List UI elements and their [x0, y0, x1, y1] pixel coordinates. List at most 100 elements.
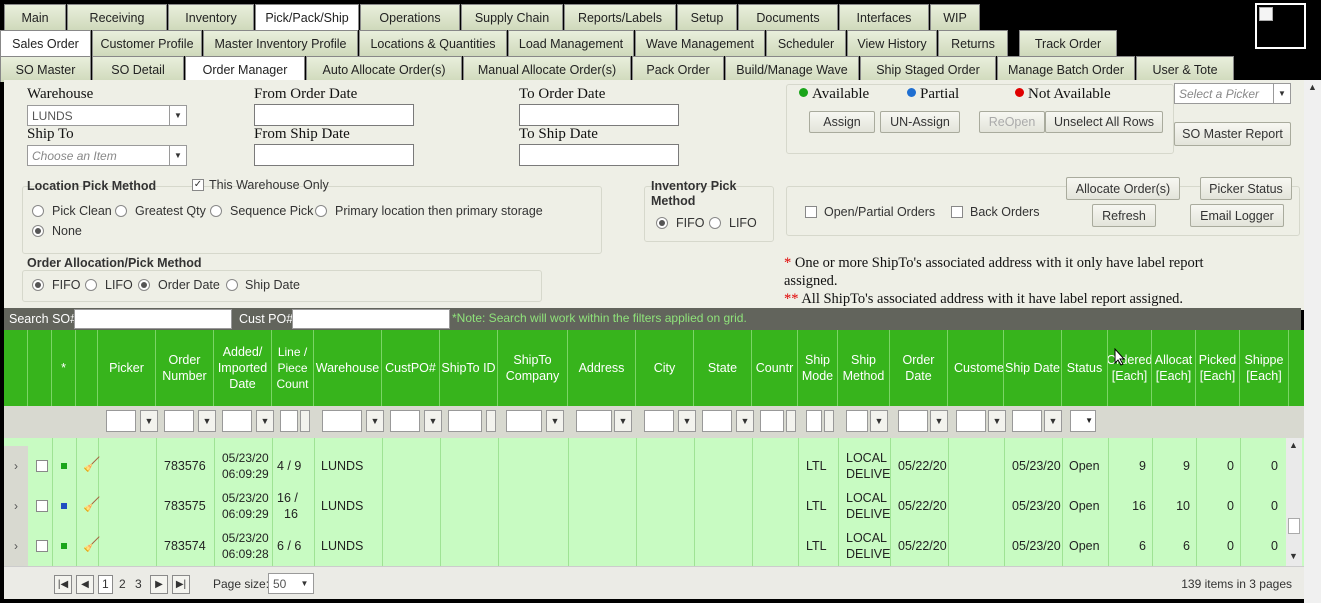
tab-order-manager[interactable]: Order Manager [185, 56, 305, 82]
radio-inventory-fifo[interactable] [656, 217, 668, 229]
filter-funnel-icon[interactable]: ▼ [870, 410, 888, 432]
scroll-up-icon[interactable]: ▲ [1308, 82, 1317, 92]
broom-icon[interactable]: 🧹 [83, 536, 100, 553]
header-order-number[interactable]: Order Number [156, 330, 214, 406]
to-order-date-input[interactable] [519, 104, 679, 126]
filter-orderdate-input[interactable] [898, 410, 928, 432]
page-2-button[interactable]: 2 [119, 577, 126, 591]
header-order-date[interactable]: Order Date [890, 330, 948, 406]
tab-reports-labels[interactable]: Reports/Labels [564, 4, 676, 30]
tab-view-history[interactable]: View History [847, 30, 937, 56]
tab-manage-batch-order[interactable]: Manage Batch Order [997, 56, 1135, 82]
grid-scrollbar[interactable]: ▲ ▼ [1286, 438, 1302, 566]
tab-ship-staged-order[interactable]: Ship Staged Order [860, 56, 996, 82]
tab-returns[interactable]: Returns [938, 30, 1008, 56]
filter-funnel-icon[interactable]: ▼ [198, 410, 216, 432]
row-select-checkbox[interactable] [36, 540, 48, 552]
header-custpo[interactable]: CustPO# [382, 330, 440, 406]
so-master-report-button[interactable]: SO Master Report [1174, 122, 1291, 146]
scroll-up-icon[interactable]: ▲ [1289, 440, 1298, 450]
expand-row-icon[interactable]: › [4, 526, 28, 566]
this-warehouse-only-checkbox[interactable]: ✓ [192, 179, 204, 191]
table-row[interactable]: › 🧹 783575 05/23/20 06:09:29 16 / 16 LUN… [4, 486, 1289, 526]
page-3-button[interactable]: 3 [135, 577, 142, 591]
email-logger-button[interactable]: Email Logger [1190, 204, 1284, 227]
filter-funnel-icon[interactable] [786, 410, 796, 432]
filter-status-select[interactable]: ▼ [1070, 410, 1096, 432]
tab-operations[interactable]: Operations [360, 4, 460, 30]
row-select-checkbox[interactable] [36, 500, 48, 512]
table-row[interactable]: › 🧹 783576 05/23/20 06:09:29 4 / 9 LUNDS… [4, 446, 1289, 486]
filter-funnel-icon[interactable]: ▼ [366, 410, 384, 432]
page-1-button[interactable]: 1 [98, 575, 113, 594]
ship-to-select[interactable]: Choose an Item ▼ [27, 145, 187, 166]
next-page-icon[interactable]: ▶ [150, 575, 168, 594]
filter-customer-input[interactable] [956, 410, 986, 432]
filter-funnel-icon[interactable]: ▼ [678, 410, 696, 432]
expand-row-icon[interactable]: › [4, 486, 28, 526]
filter-picker-input[interactable] [106, 410, 136, 432]
picker-status-button[interactable]: Picker Status [1200, 177, 1292, 200]
first-page-icon[interactable]: |◀ [54, 575, 72, 594]
last-page-icon[interactable]: ▶| [172, 575, 190, 594]
radio-order-lifo[interactable] [85, 279, 97, 291]
filter-funnel-icon[interactable]: ▼ [988, 410, 1006, 432]
tab-track-order[interactable]: Track Order [1019, 30, 1117, 56]
header-address[interactable]: Address [568, 330, 636, 406]
radio-pick-clean[interactable] [32, 205, 44, 217]
header-line-count[interactable]: Line / Piece Count [272, 330, 314, 406]
from-ship-date-input[interactable] [254, 144, 414, 166]
filter-funnel-icon[interactable]: ▼ [256, 410, 274, 432]
assign-button[interactable]: Assign [809, 111, 875, 133]
filter-state-input[interactable] [702, 410, 732, 432]
table-row[interactable]: › 🧹 783574 05/23/20 06:09:28 6 / 6 LUNDS… [4, 526, 1289, 566]
filter-funnel-icon[interactable] [486, 410, 496, 432]
filter-funnel-icon[interactable] [300, 410, 310, 432]
filter-funnel-icon[interactable]: ▼ [736, 410, 754, 432]
unassign-button[interactable]: UN-Assign [880, 111, 960, 133]
tab-master-inventory-profile[interactable]: Master Inventory Profile [203, 30, 358, 56]
filter-custpo-input[interactable] [390, 410, 420, 432]
header-allocated[interactable]: Allocat [Each] [1152, 330, 1196, 406]
tab-locations-quantities[interactable]: Locations & Quantities [359, 30, 507, 56]
allocate-orders-button[interactable]: Allocate Order(s) [1066, 177, 1180, 200]
header-picker[interactable]: Picker [98, 330, 156, 406]
page-scrollbar[interactable]: ▲ [1304, 80, 1321, 603]
refresh-button[interactable]: Refresh [1092, 204, 1156, 227]
filter-order-input[interactable] [164, 410, 194, 432]
header-select[interactable] [28, 330, 52, 406]
tab-sales-order[interactable]: Sales Order [0, 30, 91, 56]
tab-inventory[interactable]: Inventory [168, 4, 254, 30]
tab-interfaces[interactable]: Interfaces [839, 4, 929, 30]
header-customer[interactable]: Customer [948, 330, 1004, 406]
tab-supply-chain[interactable]: Supply Chain [461, 4, 563, 30]
unselect-all-rows-button[interactable]: Unselect All Rows [1045, 111, 1163, 133]
radio-order-fifo[interactable] [32, 279, 44, 291]
filter-shiptoid-input[interactable] [448, 410, 482, 432]
tab-documents[interactable]: Documents [738, 4, 838, 30]
filter-shipmethod-input[interactable] [846, 410, 868, 432]
prev-page-icon[interactable]: ◀ [76, 575, 94, 594]
header-ship-mode[interactable]: Ship Mode [798, 330, 838, 406]
reopen-button[interactable]: ReOpen [979, 111, 1045, 133]
filter-funnel-icon[interactable] [824, 410, 834, 432]
search-so-input[interactable] [74, 309, 232, 329]
to-ship-date-input[interactable] [519, 144, 679, 166]
filter-funnel-icon[interactable]: ▼ [930, 410, 948, 432]
filter-shipdate-input[interactable] [1012, 410, 1042, 432]
radio-order-date[interactable] [138, 279, 150, 291]
tab-wip[interactable]: WIP [930, 4, 980, 30]
open-partial-orders-checkbox[interactable] [805, 206, 817, 218]
filter-city-input[interactable] [644, 410, 674, 432]
header-warehouse[interactable]: Warehouse [314, 330, 382, 406]
filter-shipmode-input[interactable] [806, 410, 822, 432]
back-orders-checkbox[interactable] [951, 206, 963, 218]
header-city[interactable]: City [636, 330, 694, 406]
warehouse-select[interactable]: LUNDS ▼ [27, 105, 187, 126]
tab-scheduler[interactable]: Scheduler [766, 30, 846, 56]
header-ordered[interactable]: Ordered [Each] [1108, 330, 1152, 406]
header-country[interactable]: Countr [752, 330, 798, 406]
tab-setup[interactable]: Setup [677, 4, 737, 30]
broom-icon[interactable]: 🧹 [83, 496, 100, 513]
tab-wave-management[interactable]: Wave Management [635, 30, 765, 56]
